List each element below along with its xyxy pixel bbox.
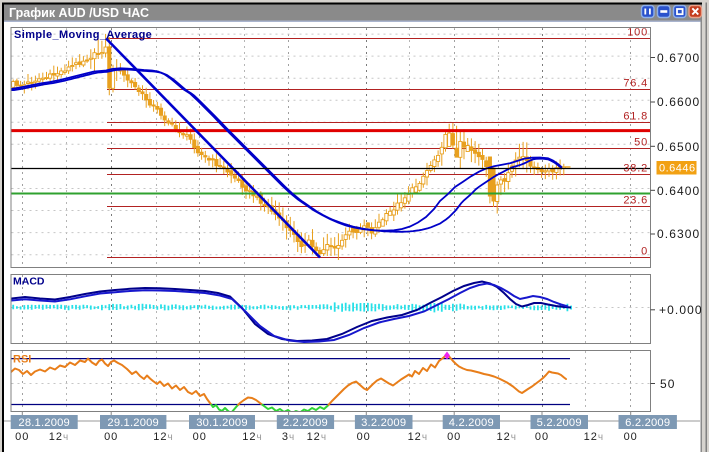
svg-text:50: 50 (634, 137, 648, 149)
svg-text:Simple_Moving_Average: Simple_Moving_Average (14, 29, 152, 41)
svg-text:3ч: 3ч (282, 431, 295, 443)
svg-text:12ч: 12ч (49, 431, 69, 443)
svg-text:61.8: 61.8 (623, 111, 648, 123)
svg-text:12ч: 12ч (307, 431, 327, 443)
svg-text:76.4: 76.4 (623, 78, 648, 90)
svg-text:RSI: RSI (13, 354, 31, 366)
svg-text:30.1.2009: 30.1.2009 (196, 417, 248, 429)
svg-text:0.6446: 0.6446 (659, 163, 696, 175)
svg-text:00: 00 (447, 431, 461, 443)
svg-text:38.2: 38.2 (623, 163, 648, 175)
svg-text:12ч: 12ч (153, 431, 173, 443)
svg-text:График AUD /USD ЧАС: График AUD /USD ЧАС (9, 6, 149, 20)
svg-text:23.6: 23.6 (623, 195, 648, 207)
svg-text:12ч: 12ч (242, 431, 262, 443)
svg-text:00: 00 (15, 431, 29, 443)
svg-text:3.2.2009: 3.2.2009 (361, 417, 406, 429)
svg-text:4.2.2009: 4.2.2009 (449, 417, 494, 429)
svg-text:0.6300: 0.6300 (657, 227, 700, 241)
svg-text:00: 00 (104, 431, 118, 443)
svg-text:00: 00 (535, 431, 549, 443)
svg-text:0.6400: 0.6400 (657, 184, 700, 198)
svg-text:12ч: 12ч (496, 431, 516, 443)
svg-text:00: 00 (193, 431, 207, 443)
svg-text:0: 0 (641, 246, 648, 258)
svg-text:+0.000: +0.000 (659, 303, 703, 317)
svg-text:12ч: 12ч (408, 431, 428, 443)
svg-text:29.1.2009: 29.1.2009 (107, 417, 159, 429)
svg-text:0.6600: 0.6600 (657, 95, 700, 109)
svg-text:12ч: 12ч (584, 431, 604, 443)
svg-text:00: 00 (357, 431, 371, 443)
svg-text:2.2.2009: 2.2.2009 (283, 417, 328, 429)
svg-text:5.2.2009: 5.2.2009 (537, 417, 582, 429)
svg-text:MACD: MACD (13, 276, 45, 288)
svg-text:100: 100 (627, 27, 648, 39)
svg-text:50: 50 (660, 377, 676, 391)
svg-text:0.6700: 0.6700 (657, 51, 700, 65)
svg-text:28.1.2009: 28.1.2009 (18, 417, 70, 429)
svg-text:0.6500: 0.6500 (657, 140, 700, 154)
svg-text:6.2.2009: 6.2.2009 (625, 417, 670, 429)
svg-text:00: 00 (624, 431, 638, 443)
